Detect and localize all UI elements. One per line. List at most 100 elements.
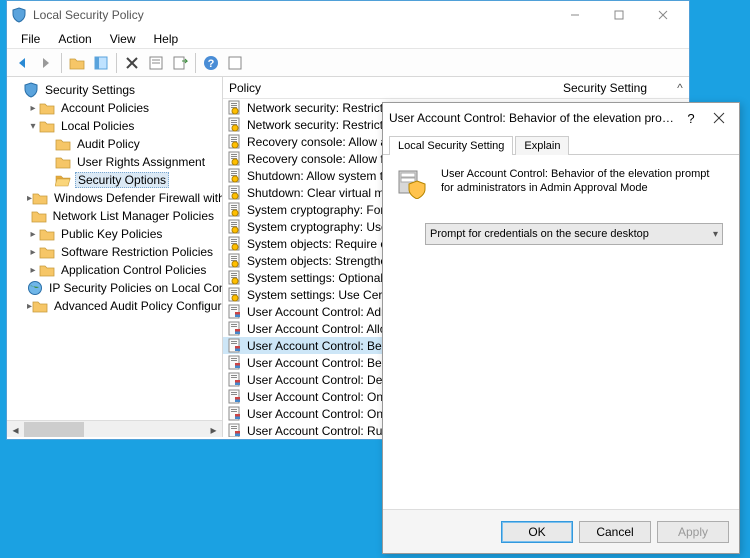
expand-icon[interactable]: ▸	[27, 103, 39, 114]
folder-icon	[32, 298, 48, 314]
tree-item-label: Account Policies	[59, 100, 151, 116]
tree-hscrollbar[interactable]: ◂ ▸	[7, 420, 222, 437]
expand-icon[interactable]: ▸	[27, 265, 39, 276]
setting-dropdown[interactable]: Prompt for credentials on the secure des…	[425, 223, 723, 245]
export-button[interactable]	[169, 52, 191, 74]
tree-item-label: IP Security Policies on Local Computer	[47, 280, 223, 296]
help-icon[interactable]: ?	[200, 52, 222, 74]
tree-item-label: Windows Defender Firewall with Advanced …	[52, 190, 223, 206]
delete-button[interactable]	[121, 52, 143, 74]
folder-icon	[39, 244, 55, 260]
tree-item-label: Network List Manager Policies	[51, 208, 216, 224]
folder-icon	[27, 280, 43, 296]
tree-item[interactable]: IP Security Policies on Local Computer	[11, 279, 220, 297]
tree-item[interactable]: ▸Advanced Audit Policy Configuration	[11, 297, 220, 315]
close-button[interactable]	[641, 1, 685, 29]
policy-item-icon	[227, 423, 243, 438]
policy-item-icon	[227, 338, 243, 354]
policy-item-icon	[227, 202, 243, 218]
tree-item[interactable]: ▸Public Key Policies	[11, 225, 220, 243]
folder-icon	[39, 226, 55, 242]
forward-button[interactable]	[35, 52, 57, 74]
tab-local-security-setting[interactable]: Local Security Setting	[389, 136, 513, 155]
folder-icon	[39, 262, 55, 278]
chevron-down-icon: ▾	[713, 229, 718, 240]
tree-item-label: Local Policies	[59, 118, 136, 134]
tree-item[interactable]: ▸Windows Defender Firewall with Advanced…	[11, 189, 220, 207]
scroll-right-icon[interactable]: ▸	[205, 421, 222, 437]
tree-item[interactable]: User Rights Assignment	[11, 153, 220, 171]
col-policy[interactable]: Policy	[223, 81, 539, 95]
folder-icon	[39, 118, 55, 134]
policy-item-label: User Account Control: Behavi	[247, 356, 404, 370]
tree-item[interactable]: ▸Application Control Policies	[11, 261, 220, 279]
policy-item-label: User Account Control: Detect	[247, 373, 402, 387]
tree-item[interactable]: ▸ Account Policies	[11, 99, 220, 117]
tree-item-label: Advanced Audit Policy Configuration	[52, 298, 223, 314]
policy-name-label: User Account Control: Behavior of the el…	[441, 167, 725, 199]
policy-item-icon	[227, 117, 243, 133]
maximize-button[interactable]	[597, 1, 641, 29]
col-security-setting[interactable]: Security Setting	[539, 81, 671, 95]
up-button[interactable]	[66, 52, 88, 74]
policy-item-icon	[227, 389, 243, 405]
folder-icon	[55, 172, 71, 188]
policy-item-label: Shutdown: Clear virtual mem	[247, 186, 401, 200]
tree-item[interactable]: ▾ Local Policies	[11, 117, 220, 135]
folder-icon	[32, 190, 48, 206]
policy-item-icon	[227, 236, 243, 252]
folder-icon	[55, 136, 71, 152]
list-header[interactable]: Policy Security Setting ^	[223, 77, 689, 99]
expand-icon[interactable]: ▸	[27, 229, 39, 240]
dialog-title: User Account Control: Behavior of the el…	[389, 111, 677, 125]
tree-item-label: User Rights Assignment	[75, 154, 207, 170]
policy-item-label: User Account Control: Only el	[247, 390, 404, 404]
dialog-close-button[interactable]	[705, 104, 733, 132]
policy-item-icon	[227, 185, 243, 201]
policy-item-icon	[227, 219, 243, 235]
show-hide-button[interactable]	[90, 52, 112, 74]
policy-item-icon	[227, 151, 243, 167]
policy-item-icon	[227, 321, 243, 337]
tree-item[interactable]: Audit Policy	[11, 135, 220, 153]
policy-item-icon	[227, 406, 243, 422]
menu-file[interactable]: File	[13, 31, 48, 47]
dialog-help-button[interactable]: ?	[677, 104, 705, 132]
dialog-tabs: Local Security Setting Explain	[383, 133, 739, 155]
menu-help[interactable]: Help	[146, 31, 187, 47]
shield-icon	[23, 82, 39, 98]
svg-text:?: ?	[208, 58, 215, 70]
expand-icon[interactable]: ▾	[27, 121, 39, 132]
cancel-button[interactable]: Cancel	[579, 521, 651, 543]
tree-item-label: Security Options	[75, 172, 169, 188]
policy-icon	[397, 167, 429, 199]
tab-explain[interactable]: Explain	[515, 136, 569, 155]
titlebar[interactable]: Local Security Policy	[7, 1, 689, 29]
ok-button[interactable]: OK	[501, 521, 573, 543]
tree-root[interactable]: Security Settings	[11, 81, 220, 99]
tree-item[interactable]: Security Options	[11, 171, 220, 189]
tree-item-label: Audit Policy	[75, 136, 142, 152]
policy-item-label: User Account Control: Run all	[247, 424, 404, 438]
menu-action[interactable]: Action	[50, 31, 99, 47]
scroll-thumb[interactable]	[24, 422, 84, 437]
tree-item-label: Software Restriction Policies	[59, 244, 215, 260]
policy-item-icon	[227, 372, 243, 388]
tree-item[interactable]: Network List Manager Policies	[11, 207, 220, 225]
policy-item-label: Recovery console: Allow auto	[247, 135, 404, 149]
back-button[interactable]	[11, 52, 33, 74]
dialog-footer: OK Cancel Apply	[383, 509, 739, 553]
properties-dialog: User Account Control: Behavior of the el…	[382, 102, 740, 554]
scroll-left-icon[interactable]: ◂	[7, 421, 24, 437]
apply-button[interactable]: Apply	[657, 521, 729, 543]
col-chevron-icon[interactable]: ^	[671, 81, 689, 95]
tree-item[interactable]: ▸ Software Restriction Policies	[11, 243, 220, 261]
minimize-button[interactable]	[553, 1, 597, 29]
properties-button[interactable]	[145, 52, 167, 74]
app-icon	[11, 7, 27, 23]
dialog-titlebar[interactable]: User Account Control: Behavior of the el…	[383, 103, 739, 133]
menu-view[interactable]: View	[102, 31, 144, 47]
policy-item-label: User Account Control: Behavi	[247, 339, 404, 353]
expand-icon[interactable]: ▸	[27, 247, 39, 258]
refresh-button[interactable]	[224, 52, 246, 74]
